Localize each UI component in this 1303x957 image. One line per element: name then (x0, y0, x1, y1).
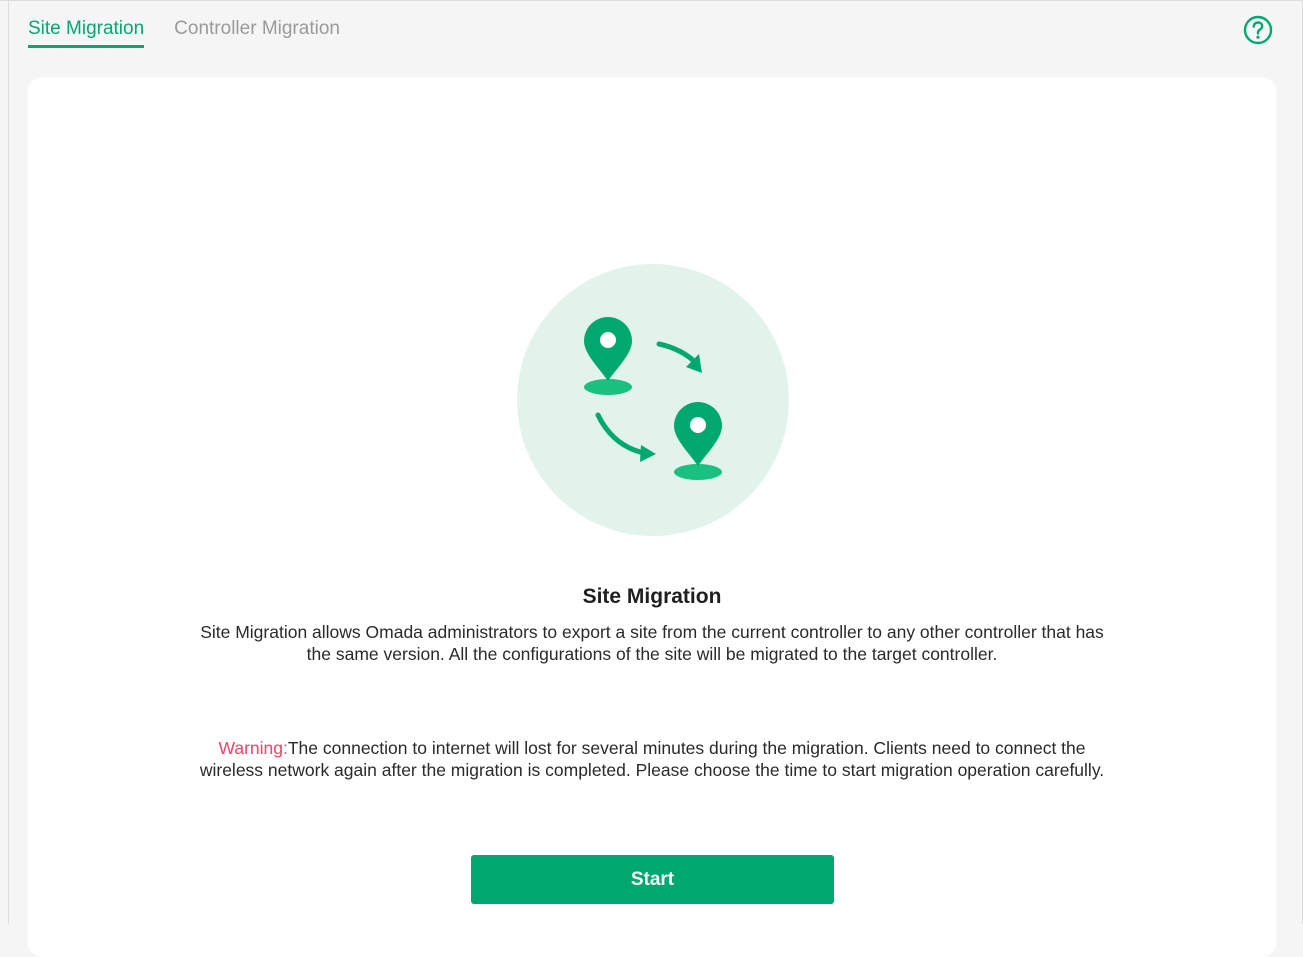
site-migration-illustration (516, 263, 790, 537)
migration-card: Site Migration Site Migration allows Oma… (28, 77, 1276, 957)
section-description: Site Migration allows Omada administrato… (200, 622, 1104, 664)
warning-message: Warning:The connection to internet will … (192, 737, 1112, 781)
warning-label: Warning: (218, 738, 288, 758)
frame-top-border (0, 0, 1303, 1)
help-circle-icon[interactable] (1242, 14, 1274, 46)
tab-controller-migration[interactable]: Controller Migration (174, 17, 340, 48)
warning-text: The connection to internet will lost for… (199, 738, 1105, 780)
frame-left-border (8, 0, 9, 924)
tab-site-migration[interactable]: Site Migration (28, 17, 145, 48)
section-title: Site Migration (582, 585, 722, 608)
start-button[interactable]: Start (471, 855, 834, 904)
tab-bar: Site Migration Controller Migration (28, 17, 340, 48)
